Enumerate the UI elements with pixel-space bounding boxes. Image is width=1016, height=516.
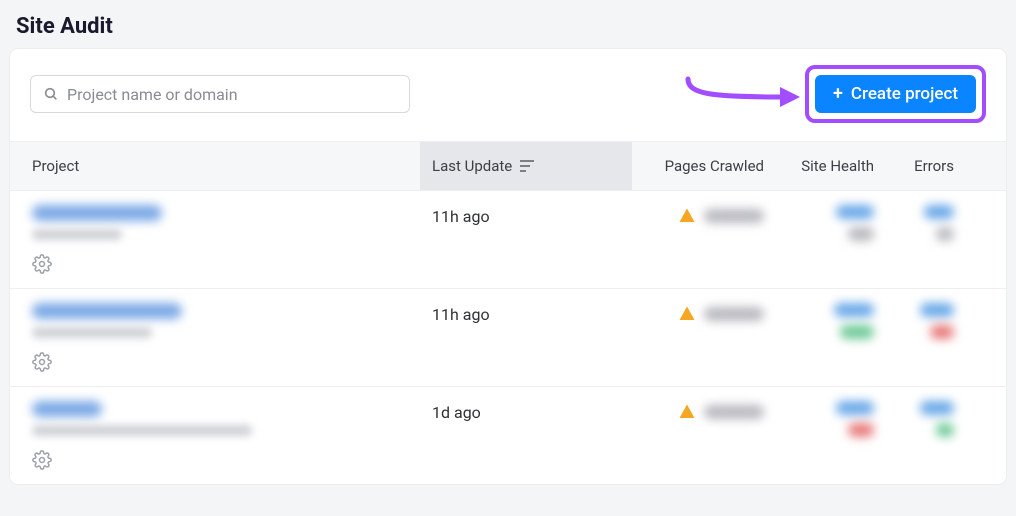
page-title: Site Audit bbox=[0, 0, 1016, 49]
project-name-redacted[interactable] bbox=[32, 401, 102, 417]
table-row: 1d ago bbox=[10, 387, 1006, 484]
warning-icon bbox=[678, 305, 696, 323]
cell-pages-crawled bbox=[632, 303, 772, 323]
table-row: 11h ago bbox=[10, 191, 1006, 289]
errors-value-redacted bbox=[924, 205, 954, 219]
errors-sub-redacted bbox=[936, 227, 954, 241]
sort-icon bbox=[520, 160, 534, 172]
pages-value-redacted bbox=[704, 209, 764, 223]
cell-errors bbox=[882, 401, 972, 437]
search-input[interactable] bbox=[67, 85, 397, 104]
create-project-highlight: + Create project bbox=[805, 65, 986, 123]
project-domain-redacted bbox=[32, 425, 252, 436]
site-audit-card: + Create project Project Last Update Pag… bbox=[10, 49, 1006, 484]
column-header-last-update[interactable]: Last Update bbox=[420, 142, 632, 190]
errors-sub-redacted bbox=[936, 423, 954, 437]
cell-errors bbox=[882, 303, 972, 339]
create-project-label: Create project bbox=[851, 84, 958, 104]
project-domain-redacted bbox=[32, 327, 152, 338]
site-health-redacted bbox=[836, 401, 874, 415]
cell-project bbox=[10, 303, 420, 376]
cell-project bbox=[10, 205, 420, 278]
site-health-redacted bbox=[836, 205, 874, 219]
project-domain-redacted bbox=[32, 229, 122, 240]
plus-icon: + bbox=[833, 85, 843, 103]
column-header-last-update-label: Last Update bbox=[432, 157, 512, 175]
cell-site-health bbox=[772, 205, 882, 241]
gear-icon[interactable] bbox=[32, 352, 52, 372]
gear-icon[interactable] bbox=[32, 450, 52, 470]
cell-pages-crawled bbox=[632, 401, 772, 421]
cell-site-health bbox=[772, 303, 882, 339]
site-health-sub-redacted bbox=[848, 423, 874, 437]
errors-value-redacted bbox=[920, 401, 954, 415]
arrow-annotation bbox=[680, 67, 810, 111]
search-input-wrapper[interactable] bbox=[30, 75, 410, 113]
column-header-pages-crawled[interactable]: Pages Crawled bbox=[632, 157, 772, 175]
cell-site-health bbox=[772, 401, 882, 437]
cell-project bbox=[10, 401, 420, 474]
errors-value-redacted bbox=[920, 303, 954, 317]
column-header-site-health[interactable]: Site Health bbox=[772, 157, 882, 175]
column-header-project[interactable]: Project bbox=[10, 157, 420, 175]
column-header-errors[interactable]: Errors bbox=[882, 157, 972, 175]
project-name-redacted[interactable] bbox=[32, 303, 182, 319]
cell-last-update: 1d ago bbox=[420, 401, 632, 422]
cell-errors bbox=[882, 205, 972, 241]
cell-last-update: 11h ago bbox=[420, 205, 632, 226]
warning-icon bbox=[678, 403, 696, 421]
create-project-button[interactable]: + Create project bbox=[815, 75, 976, 113]
table-row: 11h ago bbox=[10, 289, 1006, 387]
toolbar: + Create project bbox=[10, 49, 1006, 141]
site-health-sub-redacted bbox=[840, 325, 874, 339]
pages-value-redacted bbox=[704, 307, 764, 321]
table-header: Project Last Update Pages Crawled Site H… bbox=[10, 141, 1006, 191]
cell-last-update: 11h ago bbox=[420, 303, 632, 324]
search-icon bbox=[43, 86, 59, 102]
errors-sub-redacted bbox=[930, 325, 954, 339]
site-health-sub-redacted bbox=[848, 227, 874, 241]
site-health-redacted bbox=[834, 303, 874, 317]
project-name-redacted[interactable] bbox=[32, 205, 162, 221]
pages-value-redacted bbox=[704, 405, 764, 419]
gear-icon[interactable] bbox=[32, 254, 52, 274]
cell-pages-crawled bbox=[632, 205, 772, 225]
warning-icon bbox=[678, 207, 696, 225]
